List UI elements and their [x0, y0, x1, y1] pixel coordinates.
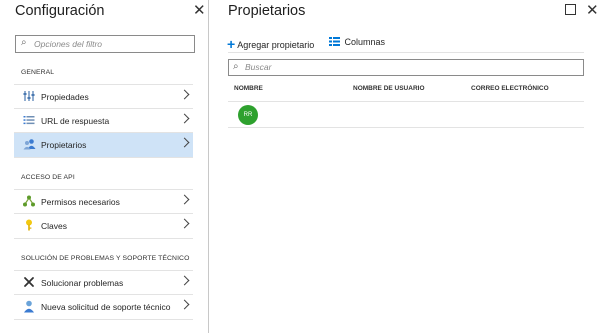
chevron-right-icon — [179, 218, 190, 229]
permissions-icon — [23, 195, 35, 208]
menu-item-keys[interactable]: Claves — [14, 213, 193, 239]
menu-item-label: Permisos necesarios — [41, 197, 120, 207]
chevron-right-icon — [179, 194, 190, 205]
menu-item-owners[interactable]: Propietarios — [14, 132, 193, 158]
column-header-name[interactable]: NOMBRE — [234, 85, 263, 92]
owners-icon — [23, 138, 36, 151]
blade-title: Propietarios — [228, 3, 306, 19]
menu-item-required-permissions[interactable]: Permisos necesarios — [14, 189, 193, 214]
filter-input[interactable]: ⌕ Opciones del filtro — [15, 35, 195, 53]
filter-placeholder: Opciones del filtro — [34, 39, 103, 49]
support-icon — [23, 300, 35, 313]
search-input[interactable]: ⌕ Buscar — [228, 59, 584, 76]
section-title-troubleshooting: SOLUCIÓN DE PROBLEMAS Y SOPORTE TÉCNICO — [21, 255, 190, 262]
menu-item-label: URL de respuesta — [41, 116, 110, 126]
chevron-right-icon — [179, 275, 190, 286]
chevron-right-icon — [179, 299, 190, 310]
key-icon — [23, 219, 35, 232]
menu-item-label: Claves — [41, 221, 67, 231]
add-owner-button[interactable]: + Agregar propietario — [227, 35, 315, 52]
close-icon[interactable]: ✕ — [193, 3, 206, 18]
section-title-general: GENERAL — [21, 69, 55, 76]
columns-button[interactable]: Columnas — [329, 37, 385, 48]
table-row[interactable] — [228, 102, 584, 126]
menu-item-new-support-request[interactable]: Nueva solicitud de soporte técnico — [14, 294, 193, 320]
maximize-icon[interactable] — [565, 4, 576, 15]
tools-icon — [23, 276, 35, 289]
column-header-username[interactable]: NOMBRE DE USUARIO — [353, 85, 425, 92]
section-title-api-access: ACCESO DE API — [21, 174, 75, 181]
toolbar-divider — [228, 52, 584, 53]
menu-item-troubleshoot[interactable]: Solucionar problemas — [14, 270, 193, 295]
search-icon: ⌕ — [21, 37, 27, 48]
search-placeholder: Buscar — [245, 62, 272, 72]
menu-item-label: Solucionar problemas — [41, 278, 124, 288]
menu-item-label: Nueva solicitud de soporte técnico — [41, 302, 171, 312]
chevron-right-icon — [179, 113, 190, 124]
avatar: RR — [238, 105, 258, 125]
columns-label: Columnas — [344, 37, 386, 47]
row-divider — [228, 127, 584, 128]
add-owner-label: Agregar propietario — [237, 40, 315, 50]
owners-blade: Propietarios ✕ + Agregar propietario Col… — [209, 0, 602, 333]
configuration-blade: Configuración ✕ ⌕ Opciones del filtro GE… — [0, 0, 209, 333]
list-icon — [23, 114, 35, 127]
blade-title: Configuración — [15, 3, 105, 19]
menu-item-label: Propietarios — [41, 140, 87, 150]
plus-icon: + — [227, 36, 236, 52]
menu-item-label: Propiedades — [41, 92, 89, 102]
chevron-right-icon — [179, 89, 190, 100]
menu-item-reply-url[interactable]: URL de respuesta — [14, 108, 193, 133]
chevron-right-icon — [179, 137, 190, 148]
column-header-email[interactable]: CORREO ELECTRÓNICO — [471, 85, 549, 92]
search-icon: ⌕ — [233, 61, 239, 72]
close-icon[interactable]: ✕ — [586, 3, 599, 18]
columns-icon — [329, 37, 340, 48]
properties-icon — [23, 90, 35, 103]
menu-item-properties[interactable]: Propiedades — [14, 84, 193, 109]
